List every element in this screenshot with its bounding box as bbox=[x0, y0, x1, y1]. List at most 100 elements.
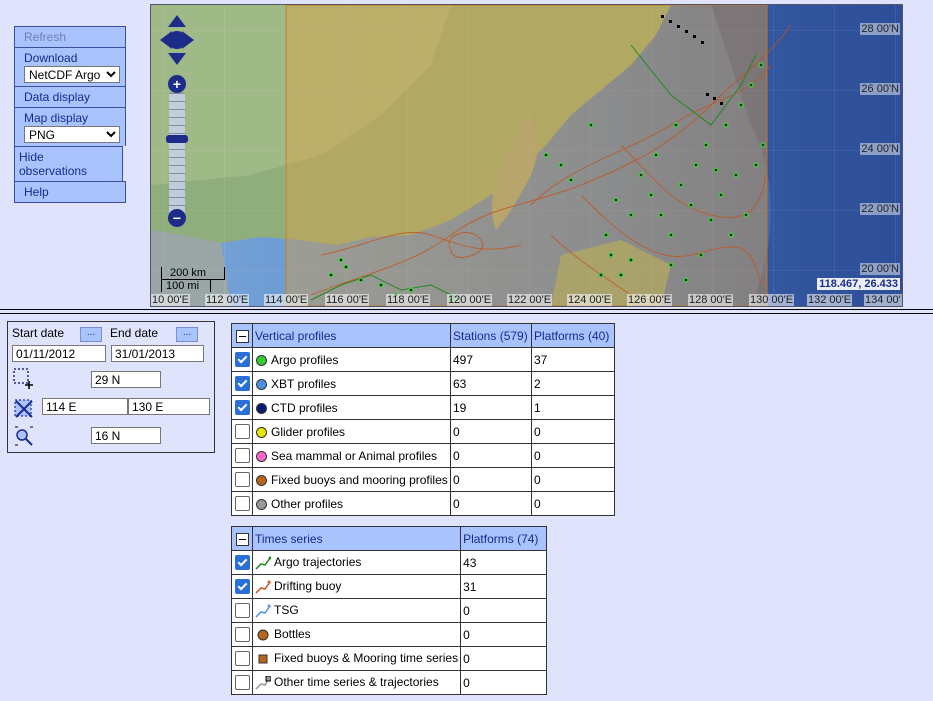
west-bound-input[interactable] bbox=[42, 398, 128, 415]
row-checkbox[interactable] bbox=[234, 627, 250, 643]
end-date-picker-button[interactable]: ... bbox=[176, 327, 198, 342]
profile-type-cell: XBT profiles bbox=[252, 371, 451, 396]
profile-type-label: Glider profiles bbox=[271, 424, 346, 439]
profile-type-cell: Argo profiles bbox=[252, 347, 451, 372]
profile-color-dot-icon bbox=[256, 498, 267, 510]
row-checkbox[interactable] bbox=[234, 651, 250, 667]
profile-color-dot-icon bbox=[256, 378, 267, 390]
lat-label: 26 00'N bbox=[860, 83, 900, 95]
collapse-vertical-profiles[interactable] bbox=[231, 323, 253, 348]
map-view[interactable]: + − 200 km 100 mi 118.467, 26.433 28 00'… bbox=[150, 4, 903, 307]
download-menu[interactable]: Download NetCDF Argo bbox=[14, 47, 126, 86]
row-checkbox[interactable] bbox=[234, 424, 250, 440]
refresh-button[interactable]: Refresh bbox=[14, 26, 126, 47]
row-checkbox-cell[interactable] bbox=[231, 443, 253, 468]
collapse-icon bbox=[235, 532, 249, 546]
row-checkbox-cell[interactable] bbox=[231, 670, 253, 695]
pan-control[interactable] bbox=[158, 13, 196, 67]
lon-label: 10 00'E bbox=[151, 294, 190, 306]
row-checkbox[interactable] bbox=[234, 472, 250, 488]
scale-bar: 200 km 100 mi bbox=[161, 267, 225, 292]
row-checkbox[interactable] bbox=[234, 448, 250, 464]
platforms-count: 0 bbox=[531, 443, 615, 468]
map-format-select[interactable]: PNG bbox=[24, 126, 120, 143]
scale-mi: 100 mi bbox=[161, 280, 211, 292]
platforms-count: 0 bbox=[460, 598, 547, 623]
series-type-label: Argo trajectories bbox=[274, 555, 362, 570]
draw-box-icon[interactable] bbox=[13, 368, 35, 390]
platforms-count: 0 bbox=[531, 419, 615, 444]
profile-type-cell: Other profiles bbox=[252, 491, 451, 516]
zoom-slider-handle[interactable] bbox=[166, 135, 188, 143]
table-row: Drifting buoy 31 bbox=[231, 574, 547, 599]
table-row: Other profiles 0 0 bbox=[231, 491, 615, 516]
row-checkbox[interactable] bbox=[234, 496, 250, 512]
map-display-menu[interactable]: Map display PNG bbox=[14, 107, 126, 146]
profile-type-cell: CTD profiles bbox=[252, 395, 451, 420]
data-display-label: Data display bbox=[24, 90, 91, 104]
start-date-picker-button[interactable]: ... bbox=[80, 327, 102, 342]
collapse-icon bbox=[235, 329, 249, 343]
series-type-label: Drifting buoy bbox=[274, 579, 342, 594]
help-button[interactable]: Help bbox=[14, 181, 126, 203]
platforms-count: 0 bbox=[460, 646, 547, 671]
north-bound-input[interactable] bbox=[91, 371, 161, 388]
series-type-cell: Bottles bbox=[251, 622, 462, 647]
row-checkbox-cell[interactable] bbox=[231, 622, 253, 647]
hide-observations-button[interactable]: Hide observations bbox=[14, 146, 123, 181]
east-bound-input[interactable] bbox=[128, 398, 210, 415]
zoom-out-button[interactable]: − bbox=[168, 209, 186, 227]
platforms-count: 43 bbox=[460, 550, 547, 575]
stations-count: 0 bbox=[450, 491, 532, 516]
row-checkbox[interactable] bbox=[234, 376, 250, 392]
row-checkbox[interactable] bbox=[234, 352, 250, 368]
table-row: Fixed buoys & Mooring time series 0 bbox=[231, 646, 547, 671]
row-checkbox[interactable] bbox=[234, 400, 250, 416]
zoom-in-button[interactable]: + bbox=[168, 75, 186, 93]
data-display-button[interactable]: Data display bbox=[14, 86, 126, 107]
download-format-select[interactable]: NetCDF Argo bbox=[24, 66, 120, 83]
row-checkbox[interactable] bbox=[234, 579, 250, 595]
row-checkbox-cell[interactable] bbox=[231, 395, 253, 420]
row-checkbox[interactable] bbox=[234, 555, 250, 571]
filter-panel: Start date ... End date ... bbox=[7, 321, 215, 453]
argo-trajectory-icon bbox=[255, 555, 274, 570]
clear-box-icon[interactable] bbox=[13, 398, 35, 420]
row-checkbox-cell[interactable] bbox=[231, 491, 253, 516]
row-checkbox-cell[interactable] bbox=[231, 347, 253, 372]
lon-label: 114 00'E bbox=[264, 294, 309, 306]
row-checkbox-cell[interactable] bbox=[231, 574, 253, 599]
download-label: Download bbox=[24, 51, 78, 65]
zoom-slider[interactable] bbox=[169, 93, 185, 213]
lon-label: 126 00'E bbox=[627, 294, 673, 306]
row-checkbox-cell[interactable] bbox=[231, 419, 253, 444]
platforms-count: 0 bbox=[531, 467, 615, 492]
south-bound-input[interactable] bbox=[91, 427, 161, 444]
other-trajectory-icon bbox=[255, 675, 274, 690]
stations-count: 0 bbox=[450, 419, 532, 444]
lat-label: 28 00'N bbox=[860, 23, 900, 35]
vertical-profiles-title: Vertical profiles bbox=[252, 323, 451, 348]
platforms-header: Platforms (40) bbox=[531, 323, 615, 348]
zoom-to-box-icon[interactable] bbox=[13, 425, 35, 447]
row-checkbox-cell[interactable] bbox=[231, 550, 253, 575]
table-row: XBT profiles 63 2 bbox=[231, 371, 615, 396]
selection-box bbox=[285, 5, 768, 306]
row-checkbox-cell[interactable] bbox=[231, 646, 253, 671]
start-date-input[interactable] bbox=[12, 345, 106, 362]
row-checkbox[interactable] bbox=[234, 603, 250, 619]
profile-type-cell: Fixed buoys and mooring profiles bbox=[252, 467, 451, 492]
start-date-label: Start date bbox=[12, 326, 65, 340]
platforms-count: 0 bbox=[460, 670, 547, 695]
row-checkbox-cell[interactable] bbox=[231, 467, 253, 492]
lon-label: 124 00'E bbox=[567, 294, 613, 306]
series-type-cell: Argo trajectories bbox=[251, 550, 462, 575]
collapse-time-series[interactable] bbox=[231, 526, 253, 551]
stations-count: 0 bbox=[450, 443, 532, 468]
row-checkbox-cell[interactable] bbox=[231, 371, 253, 396]
end-date-input[interactable] bbox=[111, 345, 204, 362]
row-checkbox-cell[interactable] bbox=[231, 598, 253, 623]
lon-label: 122 00'E bbox=[507, 294, 553, 306]
mooring-icon bbox=[255, 651, 274, 665]
row-checkbox[interactable] bbox=[234, 675, 250, 691]
